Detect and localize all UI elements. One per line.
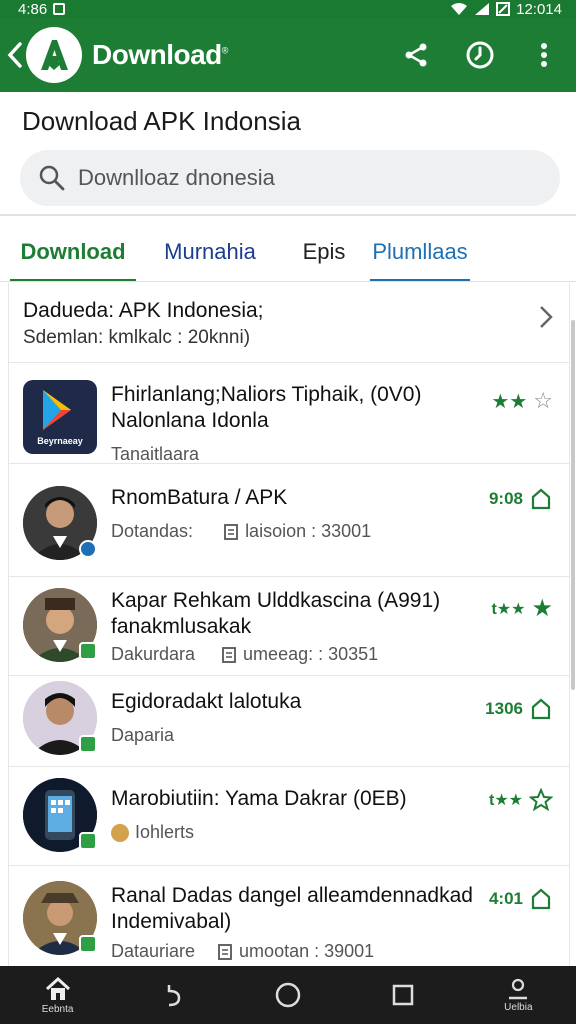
system-nav-bar: Eebnta Uelbia bbox=[0, 966, 576, 1024]
item-title-line2: Indemivabal) bbox=[111, 910, 232, 933]
bookmark-icon[interactable] bbox=[529, 697, 553, 721]
download-count: 9:08 bbox=[489, 487, 553, 511]
android-badge bbox=[79, 642, 97, 660]
list-item[interactable]: Egidoradakt lalotuka Daparia 1306 bbox=[9, 677, 569, 767]
back-gesture-icon bbox=[167, 985, 181, 1007]
item-title: Marobiutiin: Yama Dakrar (0EB) bbox=[111, 787, 407, 810]
item-title: Kapar Rehkam Ulddkascina (A991) bbox=[111, 589, 441, 612]
featured-title: Dadueda: APK Indonesia; bbox=[23, 299, 264, 322]
tab-murnahia[interactable]: Murnahia bbox=[150, 222, 270, 282]
item-subtitle: Datauriare umootan : 39001 bbox=[111, 941, 375, 961]
scrollbar[interactable] bbox=[571, 320, 575, 690]
item-subtitle: Dotandas: laisoion : 33001 bbox=[111, 521, 372, 541]
search-bar[interactable] bbox=[20, 150, 560, 206]
nav-profile[interactable]: Uelbia bbox=[478, 966, 558, 1024]
status-time: 12:014 bbox=[516, 0, 562, 18]
app-title: Download® bbox=[92, 39, 229, 70]
nav-recents[interactable] bbox=[363, 966, 443, 1024]
item-subtitle: Daparia bbox=[111, 725, 175, 745]
rating: t★★ ★ bbox=[491, 594, 553, 623]
registered-mark: ® bbox=[221, 45, 229, 56]
item-subtitle: Iohlerts bbox=[111, 822, 194, 843]
verified-badge bbox=[79, 540, 97, 558]
page-title: Download APK Indonsia bbox=[22, 106, 301, 136]
nav-back[interactable] bbox=[133, 966, 213, 1024]
android-badge bbox=[79, 832, 97, 850]
item-title: Fhirlanlang;Naliors Tiphaik, (0V0) bbox=[111, 383, 422, 406]
document-icon bbox=[218, 943, 232, 960]
nav-home-circle[interactable] bbox=[248, 966, 328, 1024]
featured-subtitle: Sdemlan: kmlkalc : 20knni) bbox=[23, 327, 251, 348]
android-badge bbox=[79, 935, 97, 953]
item-title: RnomBatura / APK bbox=[111, 486, 288, 509]
nav-profile-label: Uelbia bbox=[504, 1001, 533, 1013]
play-store-thumbnail: Beyrnaeay bbox=[23, 380, 97, 454]
list-item[interactable]: Ranal Dadas dangel alleamdennadkad Indem… bbox=[9, 867, 569, 973]
notification-icon bbox=[53, 3, 66, 15]
tab-plumllaas[interactable]: Plumllaas bbox=[370, 222, 470, 282]
nav-home[interactable]: Eebnta bbox=[18, 966, 98, 1024]
item-title: Ranal Dadas dangel alleamdennadkad bbox=[111, 884, 473, 907]
app-bar: Download® bbox=[0, 18, 576, 92]
home-icon bbox=[45, 976, 70, 1000]
download-count: 1306 bbox=[485, 697, 553, 721]
thumbnail-label: Beyrnaeay bbox=[37, 436, 83, 446]
recents-icon bbox=[392, 984, 414, 1006]
list-item[interactable]: RnomBatura / APK Dotandas: laisoion : 33… bbox=[9, 465, 569, 577]
search-icon bbox=[39, 165, 65, 191]
share-icon[interactable] bbox=[398, 37, 434, 73]
app-logo bbox=[26, 27, 82, 83]
wifi-icon bbox=[451, 3, 468, 15]
chevron-right-icon bbox=[540, 306, 553, 328]
android-badge bbox=[79, 735, 97, 753]
tab-bar: Download Murnahia Epis Plumllaas bbox=[0, 222, 576, 282]
item-title-line2: Nalonlana Idonla bbox=[111, 409, 269, 432]
search-input[interactable] bbox=[78, 165, 518, 191]
profile-icon bbox=[509, 978, 528, 999]
nav-home-label: Eebnta bbox=[41, 1003, 74, 1015]
coin-icon bbox=[111, 823, 129, 842]
featured-row[interactable]: Dadueda: APK Indonesia; Sdemlan: kmlkalc… bbox=[9, 283, 569, 363]
item-title: Egidoradakt lalotuka bbox=[111, 690, 302, 713]
download-logo-icon bbox=[41, 40, 68, 70]
more-options-icon[interactable] bbox=[526, 37, 562, 73]
document-icon bbox=[224, 523, 238, 540]
download-count: 4:01 bbox=[489, 887, 553, 911]
rating: ★★ ☆ bbox=[491, 388, 553, 414]
list-item[interactable]: Marobiutiin: Yama Dakrar (0EB) Iohlerts … bbox=[9, 768, 569, 866]
circle-home-icon bbox=[275, 982, 301, 1008]
item-title-line2: fanakmlusakak bbox=[111, 615, 252, 638]
star-outline-icon bbox=[529, 788, 553, 812]
history-icon[interactable] bbox=[462, 37, 498, 73]
header-divider bbox=[0, 214, 576, 216]
status-left-text: 4:86 bbox=[18, 0, 48, 18]
rating: t★★ bbox=[489, 788, 553, 812]
bookmark-icon[interactable] bbox=[529, 887, 553, 911]
list-item[interactable]: Kapar Rehkam Ulddkascina (A991) fanakmlu… bbox=[9, 578, 569, 676]
star-filled-icon: ★★ bbox=[491, 390, 528, 413]
bookmark-icon[interactable] bbox=[529, 487, 553, 511]
tab-epis[interactable]: Epis bbox=[288, 222, 360, 282]
star-filled-icon: ★ bbox=[531, 595, 553, 622]
list-item[interactable]: Beyrnaeay Fhirlanlang;Naliors Tiphaik, (… bbox=[9, 364, 569, 464]
tabs-divider bbox=[0, 281, 576, 282]
tab-download[interactable]: Download bbox=[10, 222, 136, 282]
battery-icon bbox=[496, 2, 511, 16]
document-icon bbox=[222, 646, 236, 663]
star-outline-icon: ☆ bbox=[533, 388, 553, 413]
status-bar: 4:86 12:014 bbox=[0, 0, 576, 18]
star-small-icon: t★★ bbox=[488, 792, 523, 809]
app-list-card: Dadueda: APK Indonesia; Sdemlan: kmlkalc… bbox=[8, 283, 570, 973]
item-subtitle: Tanaitlaara bbox=[111, 444, 200, 464]
item-subtitle: Dakurdara umeeag: : 30351 bbox=[111, 644, 379, 664]
signal-icon bbox=[475, 3, 490, 15]
star-small-icon: t★★ bbox=[491, 600, 526, 618]
